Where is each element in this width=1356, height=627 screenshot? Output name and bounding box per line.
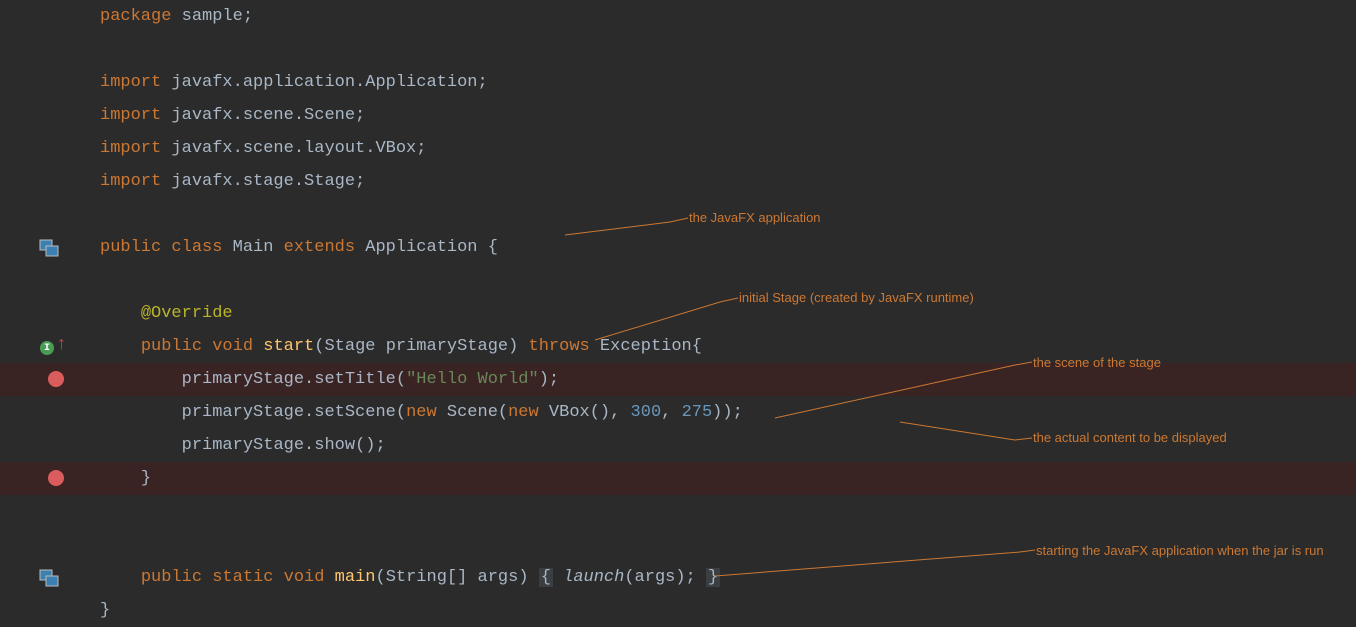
dot: .	[304, 403, 314, 422]
keyword: import	[100, 139, 161, 158]
paren: (	[396, 403, 406, 422]
method-name: start	[253, 337, 314, 356]
keyword: import	[100, 73, 161, 92]
brace: {	[539, 568, 553, 587]
code-line[interactable]: primaryStage.setTitle("Hello World");	[100, 363, 1356, 396]
keyword: class	[161, 238, 222, 257]
method-name: main	[324, 568, 375, 587]
paren: (	[396, 370, 406, 389]
code-line[interactable]: public static void main(String[] args) {…	[100, 561, 1356, 594]
annotation-label: initial Stage (created by JavaFX runtime…	[739, 290, 974, 305]
type: Stage	[324, 337, 385, 356]
code-line[interactable]: public class Main extends Application {	[100, 231, 1356, 264]
keyword: void	[273, 568, 324, 587]
code-text: javafx.application.Application;	[161, 73, 487, 92]
code-line[interactable]: primaryStage.setScene(new Scene(new VBox…	[100, 396, 1356, 429]
paren: (	[375, 568, 385, 587]
paren: (	[314, 337, 324, 356]
paren: ();	[355, 436, 386, 455]
class-name: Main	[222, 238, 273, 257]
string-literal: "Hello World"	[406, 370, 539, 389]
keyword: new	[406, 403, 437, 422]
method-call: launch	[553, 568, 624, 587]
method-call: setTitle	[314, 370, 396, 389]
annotation-label: the scene of the stage	[1033, 355, 1161, 370]
keyword: import	[100, 106, 161, 125]
code-line[interactable]: import javafx.scene.Scene;	[100, 99, 1356, 132]
annotation-label: the actual content to be displayed	[1033, 430, 1227, 445]
number: 275	[682, 403, 713, 422]
code-line[interactable]: @Override	[100, 297, 1356, 330]
code-text-area[interactable]: package sample; import javafx.applicatio…	[100, 0, 1356, 627]
code-line[interactable]: }	[100, 594, 1356, 627]
type: Scene(	[437, 403, 508, 422]
code-line[interactable]	[100, 495, 1356, 528]
paren: )	[508, 337, 518, 356]
code-line[interactable]	[100, 33, 1356, 66]
identifier: primaryStage	[182, 436, 304, 455]
class-implements-icon[interactable]	[38, 567, 62, 591]
code-line[interactable]: public void start(Stage primaryStage) th…	[100, 330, 1356, 363]
code-text: javafx.scene.Scene;	[161, 106, 365, 125]
dot: .	[304, 436, 314, 455]
type: Exception	[590, 337, 692, 356]
keyword: package	[100, 7, 171, 26]
code-text: javafx.stage.Stage;	[161, 172, 365, 191]
code-text: sample;	[171, 7, 253, 26]
identifier: primaryStage	[182, 403, 304, 422]
code-line[interactable]: import javafx.application.Application;	[100, 66, 1356, 99]
up-arrow-icon[interactable]: ↑	[56, 336, 67, 354]
param: primaryStage	[386, 337, 508, 356]
annotation: @Override	[141, 304, 233, 323]
paren: )	[518, 568, 538, 587]
annotation-label: starting the JavaFX application when the…	[1036, 543, 1324, 558]
method-call: show	[314, 436, 355, 455]
class-implements-icon[interactable]	[38, 237, 62, 261]
keyword: new	[508, 403, 539, 422]
code-line[interactable]: }	[100, 462, 1356, 495]
brace: {	[488, 238, 498, 257]
class-name: Application	[355, 238, 488, 257]
keyword: public	[100, 238, 161, 257]
type: VBox(),	[539, 403, 631, 422]
keyword: throws	[518, 337, 589, 356]
code-line[interactable]: package sample;	[100, 0, 1356, 33]
breakpoint-icon[interactable]	[48, 470, 64, 486]
identifier: primaryStage	[182, 370, 304, 389]
code-line[interactable]: import javafx.scene.layout.VBox;	[100, 132, 1356, 165]
code-line[interactable]	[100, 264, 1356, 297]
editor-gutter[interactable]: I ↑	[0, 0, 75, 625]
code-line[interactable]: import javafx.stage.Stage;	[100, 165, 1356, 198]
code-editor[interactable]: I ↑ package sample; import javafx.applic…	[0, 0, 1356, 625]
method-call: setScene	[314, 403, 396, 422]
keyword: public	[141, 568, 202, 587]
brace: }	[141, 469, 151, 488]
keyword: static	[202, 568, 273, 587]
code-text: javafx.scene.layout.VBox;	[161, 139, 426, 158]
keyword: import	[100, 172, 161, 191]
keyword: void	[202, 337, 253, 356]
paren: ));	[712, 403, 743, 422]
dot: .	[304, 370, 314, 389]
brace: {	[692, 337, 702, 356]
param: String[] args	[386, 568, 519, 587]
override-marker-icon[interactable]: I	[40, 341, 54, 355]
brace: }	[100, 601, 110, 620]
args: (args);	[624, 568, 706, 587]
keyword: public	[141, 337, 202, 356]
breakpoint-icon[interactable]	[48, 371, 64, 387]
paren: );	[539, 370, 559, 389]
annotation-label: the JavaFX application	[689, 210, 821, 225]
comma: ,	[661, 403, 681, 422]
number: 300	[631, 403, 662, 422]
brace: }	[706, 568, 720, 587]
keyword: extends	[273, 238, 355, 257]
